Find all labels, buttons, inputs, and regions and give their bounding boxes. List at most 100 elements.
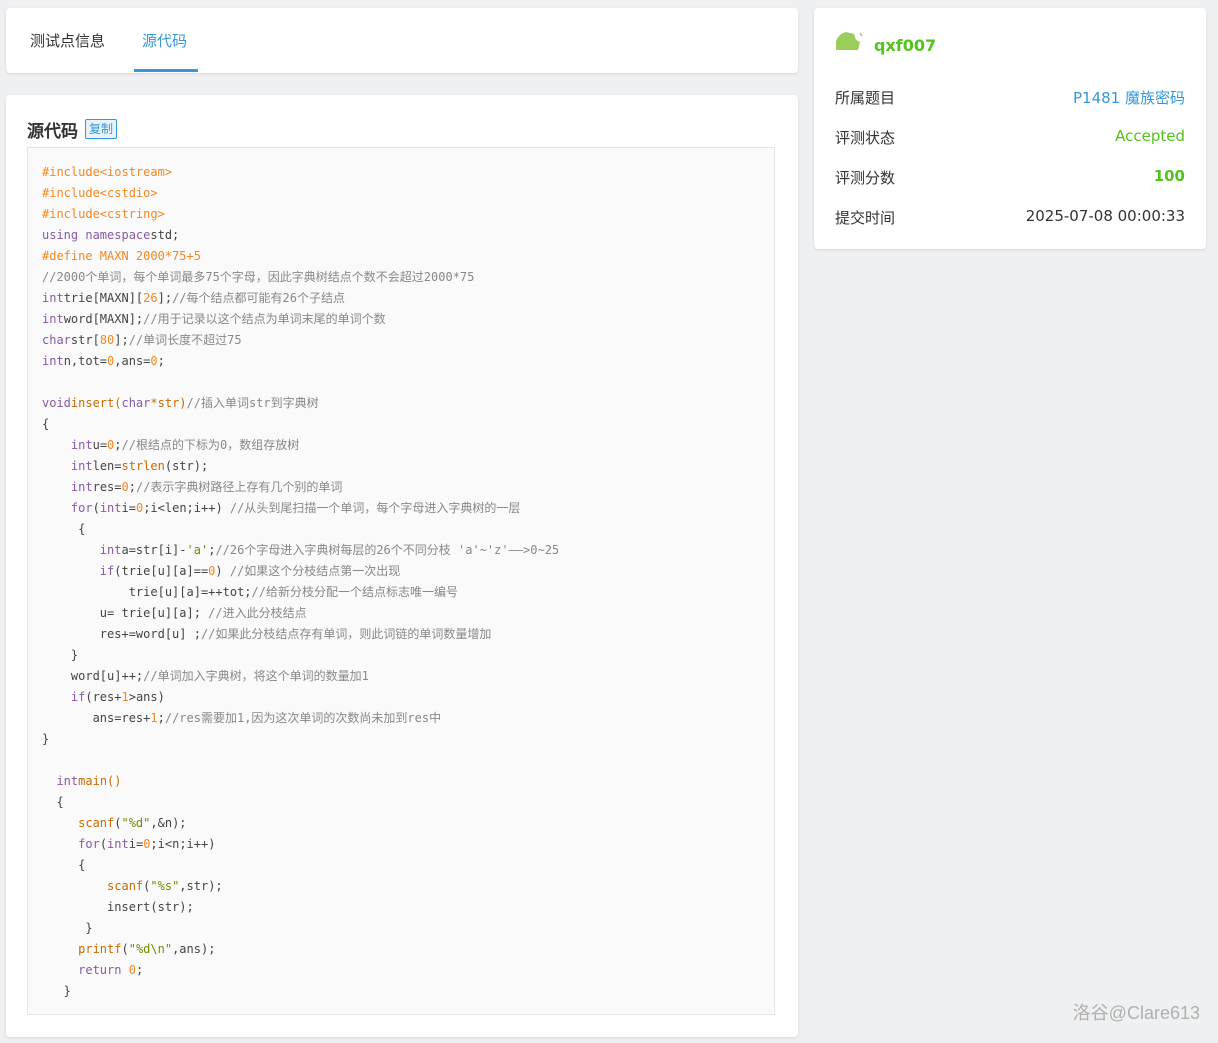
- code-token: strlen: [121, 459, 165, 473]
- code-line: intword[MAXN];//用于记录以这个结点为单词末尾的单词个数: [42, 309, 760, 330]
- code-line: using namespacestd;: [42, 225, 760, 246]
- code-token: int: [70, 480, 93, 494]
- code-token: }: [42, 984, 71, 998]
- code-line: {: [42, 792, 760, 813]
- code-token: int: [42, 291, 64, 305]
- code-token: 0: [121, 963, 136, 977]
- code-token: if: [70, 690, 86, 704]
- code-token: insert(: [70, 396, 122, 410]
- tab-source-code[interactable]: 源代码: [142, 30, 187, 51]
- source-code-title: 源代码: [27, 122, 78, 142]
- code-line: }: [42, 645, 760, 666]
- status-row: 评测状态 Accepted: [835, 127, 1185, 149]
- code-line: inttrie[MAXN][26];//每个结点都可能有26个子结点: [42, 288, 760, 309]
- code-line: u= trie[u][a]; //进入此分枝结点: [42, 603, 760, 624]
- submit-time-label: 提交时间: [835, 209, 896, 227]
- code-token: int: [42, 354, 64, 368]
- code-token: (: [92, 501, 100, 515]
- code-token: std;: [150, 228, 180, 242]
- copy-button[interactable]: 复制: [85, 119, 118, 139]
- submission-info-card: qxf007 所属题目 P1481 魔族密码 评测状态 Accepted 评测分…: [814, 8, 1206, 249]
- code-token: i=: [128, 837, 144, 851]
- code-token: #include<iostream>: [42, 165, 173, 179]
- code-line: trie[u][a]=++tot;//给新分枝分配一个结点标志唯一编号: [42, 582, 760, 603]
- code-token: char: [42, 333, 71, 347]
- code-token: ;: [135, 963, 144, 977]
- code-line: {: [42, 414, 760, 435]
- code-token: ;i<n;i++): [150, 837, 216, 851]
- score-value: 100: [1153, 167, 1185, 185]
- code-token: //用于记录以这个结点为单词末尾的单词个数: [143, 312, 386, 326]
- code-line: intn,tot=0,ans=0;: [42, 351, 760, 372]
- code-token: (: [121, 942, 129, 956]
- code-token: u=: [92, 438, 108, 452]
- code-token: }: [42, 732, 50, 746]
- code-token: //如果这个分枝结点第一次出现: [229, 564, 401, 578]
- code-token: //26个字母进入字典树每层的26个不同分枝 'a'~'z'——>0~25: [215, 543, 560, 557]
- code-token: ;: [157, 354, 165, 368]
- code-token: str[: [70, 333, 100, 347]
- code-token: u= trie[u][a];: [42, 606, 209, 620]
- code-token: return: [78, 963, 122, 977]
- tabs-card: 测试点信息 源代码: [6, 8, 798, 73]
- code-token: //2000个单词，每个单词最多75个字母，因此字典树结点个数不会超过2000*…: [42, 270, 475, 284]
- code-token: char: [121, 396, 151, 410]
- code-token: ,ans=: [114, 354, 151, 368]
- problem-label: 所属题目: [835, 89, 896, 107]
- score-row: 评测分数 100: [835, 167, 1185, 189]
- code-token: ;i<len;i++): [143, 501, 230, 515]
- submit-time-value: 2025-07-08 00:00:33: [1025, 207, 1185, 225]
- code-line: for(inti=0;i<n;i++): [42, 834, 760, 855]
- code-token: int: [107, 837, 129, 851]
- code-token: #include<cstring>: [42, 207, 165, 221]
- code-block[interactable]: #include<iostream> #include<cstdio> #inclu…: [27, 147, 775, 1015]
- code-token: {: [42, 522, 86, 536]
- problem-row: 所属题目 P1481 魔族密码: [835, 87, 1185, 109]
- code-token: {: [42, 858, 86, 872]
- code-line: {: [42, 855, 760, 876]
- username[interactable]: qxf007: [874, 36, 936, 55]
- code-line: intu=0;//根结点的下标为0，数组存放树: [42, 435, 760, 456]
- code-line: if(trie[u][a]==0) //如果这个分枝结点第一次出现: [42, 561, 760, 582]
- code-line: {: [42, 519, 760, 540]
- code-line: insert(str);: [42, 897, 760, 918]
- code-token: (: [99, 837, 108, 851]
- code-line: ans=res+1;//res需要加1,因为这次单词的次数尚未加到res中: [42, 708, 760, 729]
- code-token: ): [215, 564, 230, 578]
- code-token: 1: [121, 690, 129, 704]
- code-token: void: [42, 396, 71, 410]
- code-token: {: [42, 795, 64, 809]
- avatar[interactable]: [834, 30, 864, 52]
- code-token: using namespace: [42, 228, 151, 242]
- code-token: ;: [128, 480, 136, 494]
- code-token: //从头到尾扫描一个单词，每个字母进入字典树的一层: [229, 501, 521, 515]
- code-token: res+=word[u] ;: [42, 627, 201, 641]
- code-token: word[u]++;: [42, 669, 144, 683]
- active-tab-indicator: [134, 69, 198, 72]
- code-line: charstr[80];//单词长度不超过75: [42, 330, 760, 351]
- code-token: >ans): [128, 690, 165, 704]
- code-token: 'a': [186, 543, 209, 557]
- code-token: 26: [143, 291, 158, 305]
- code-token: "%d\n": [128, 942, 173, 956]
- code-token: scanf: [107, 879, 144, 893]
- tab-test-info[interactable]: 测试点信息: [30, 30, 105, 51]
- code-token: int: [70, 459, 93, 473]
- code-token: (trie[u][a]==: [114, 564, 209, 578]
- status-value: Accepted: [1115, 127, 1185, 145]
- status-label: 评测状态: [835, 129, 896, 147]
- code-line: intlen=strlen(str);: [42, 456, 760, 477]
- code-line: //2000个单词，每个单词最多75个字母，因此字典树结点个数不会超过2000*…: [42, 267, 760, 288]
- problem-link[interactable]: P1481 魔族密码: [1073, 87, 1185, 108]
- code-token: (res+: [85, 690, 122, 704]
